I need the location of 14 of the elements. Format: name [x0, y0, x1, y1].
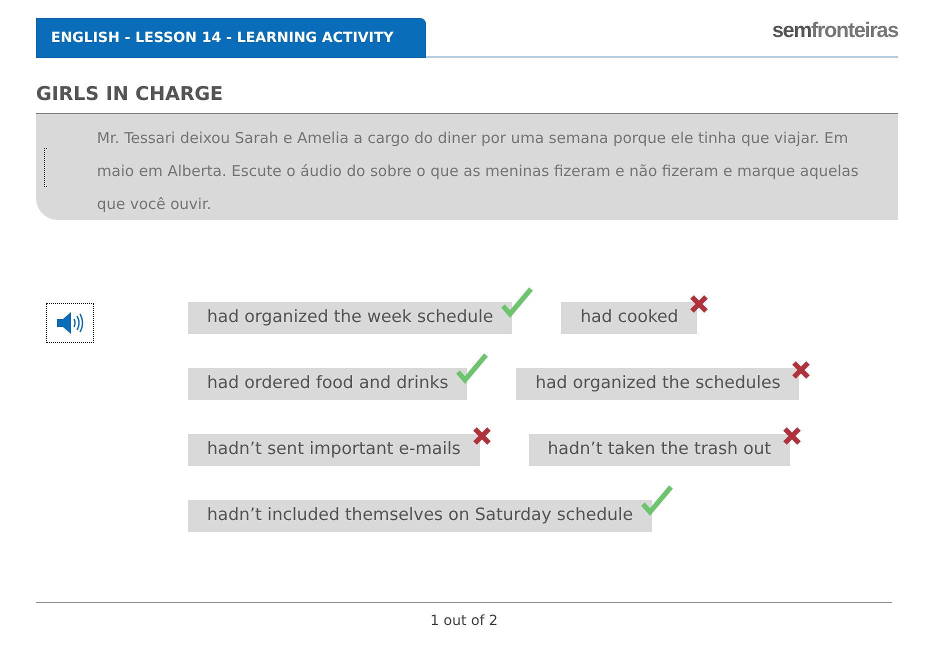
answer-option[interactable]: had organized the schedules [516, 368, 800, 400]
page-indicator: 1 out of 2 [430, 612, 498, 628]
speaker-icon [55, 310, 85, 334]
audio-button[interactable] [46, 302, 94, 342]
answer-option[interactable]: hadn’t included themselves on Saturday schedule [188, 500, 652, 532]
instructions-text: Mr. Tessari deixou Sarah e Amelia a cargo do diner por uma semana porque ele tinha que viajar. Em maio em Alberta. Escute o áudio do sobre o que as meninas fizeram e não fizeram e marque aquelas que você ouvir. [96, 128, 860, 214]
answer-option[interactable]: hadn’t taken the trash out [528, 434, 790, 466]
answer-option[interactable]: had organized the week schedule [188, 302, 512, 334]
focus-bracket [44, 148, 47, 186]
logo: semfronteiras [772, 18, 898, 44]
answer-option[interactable]: hadn’t sent important e-mails [188, 434, 480, 466]
answer-option[interactable]: had cooked [561, 302, 698, 334]
answer-option[interactable]: had ordered food and drinks [188, 368, 468, 400]
lesson-title: ENGLISH - LESSON 14 - LEARNING ACTIVITY [36, 18, 426, 58]
